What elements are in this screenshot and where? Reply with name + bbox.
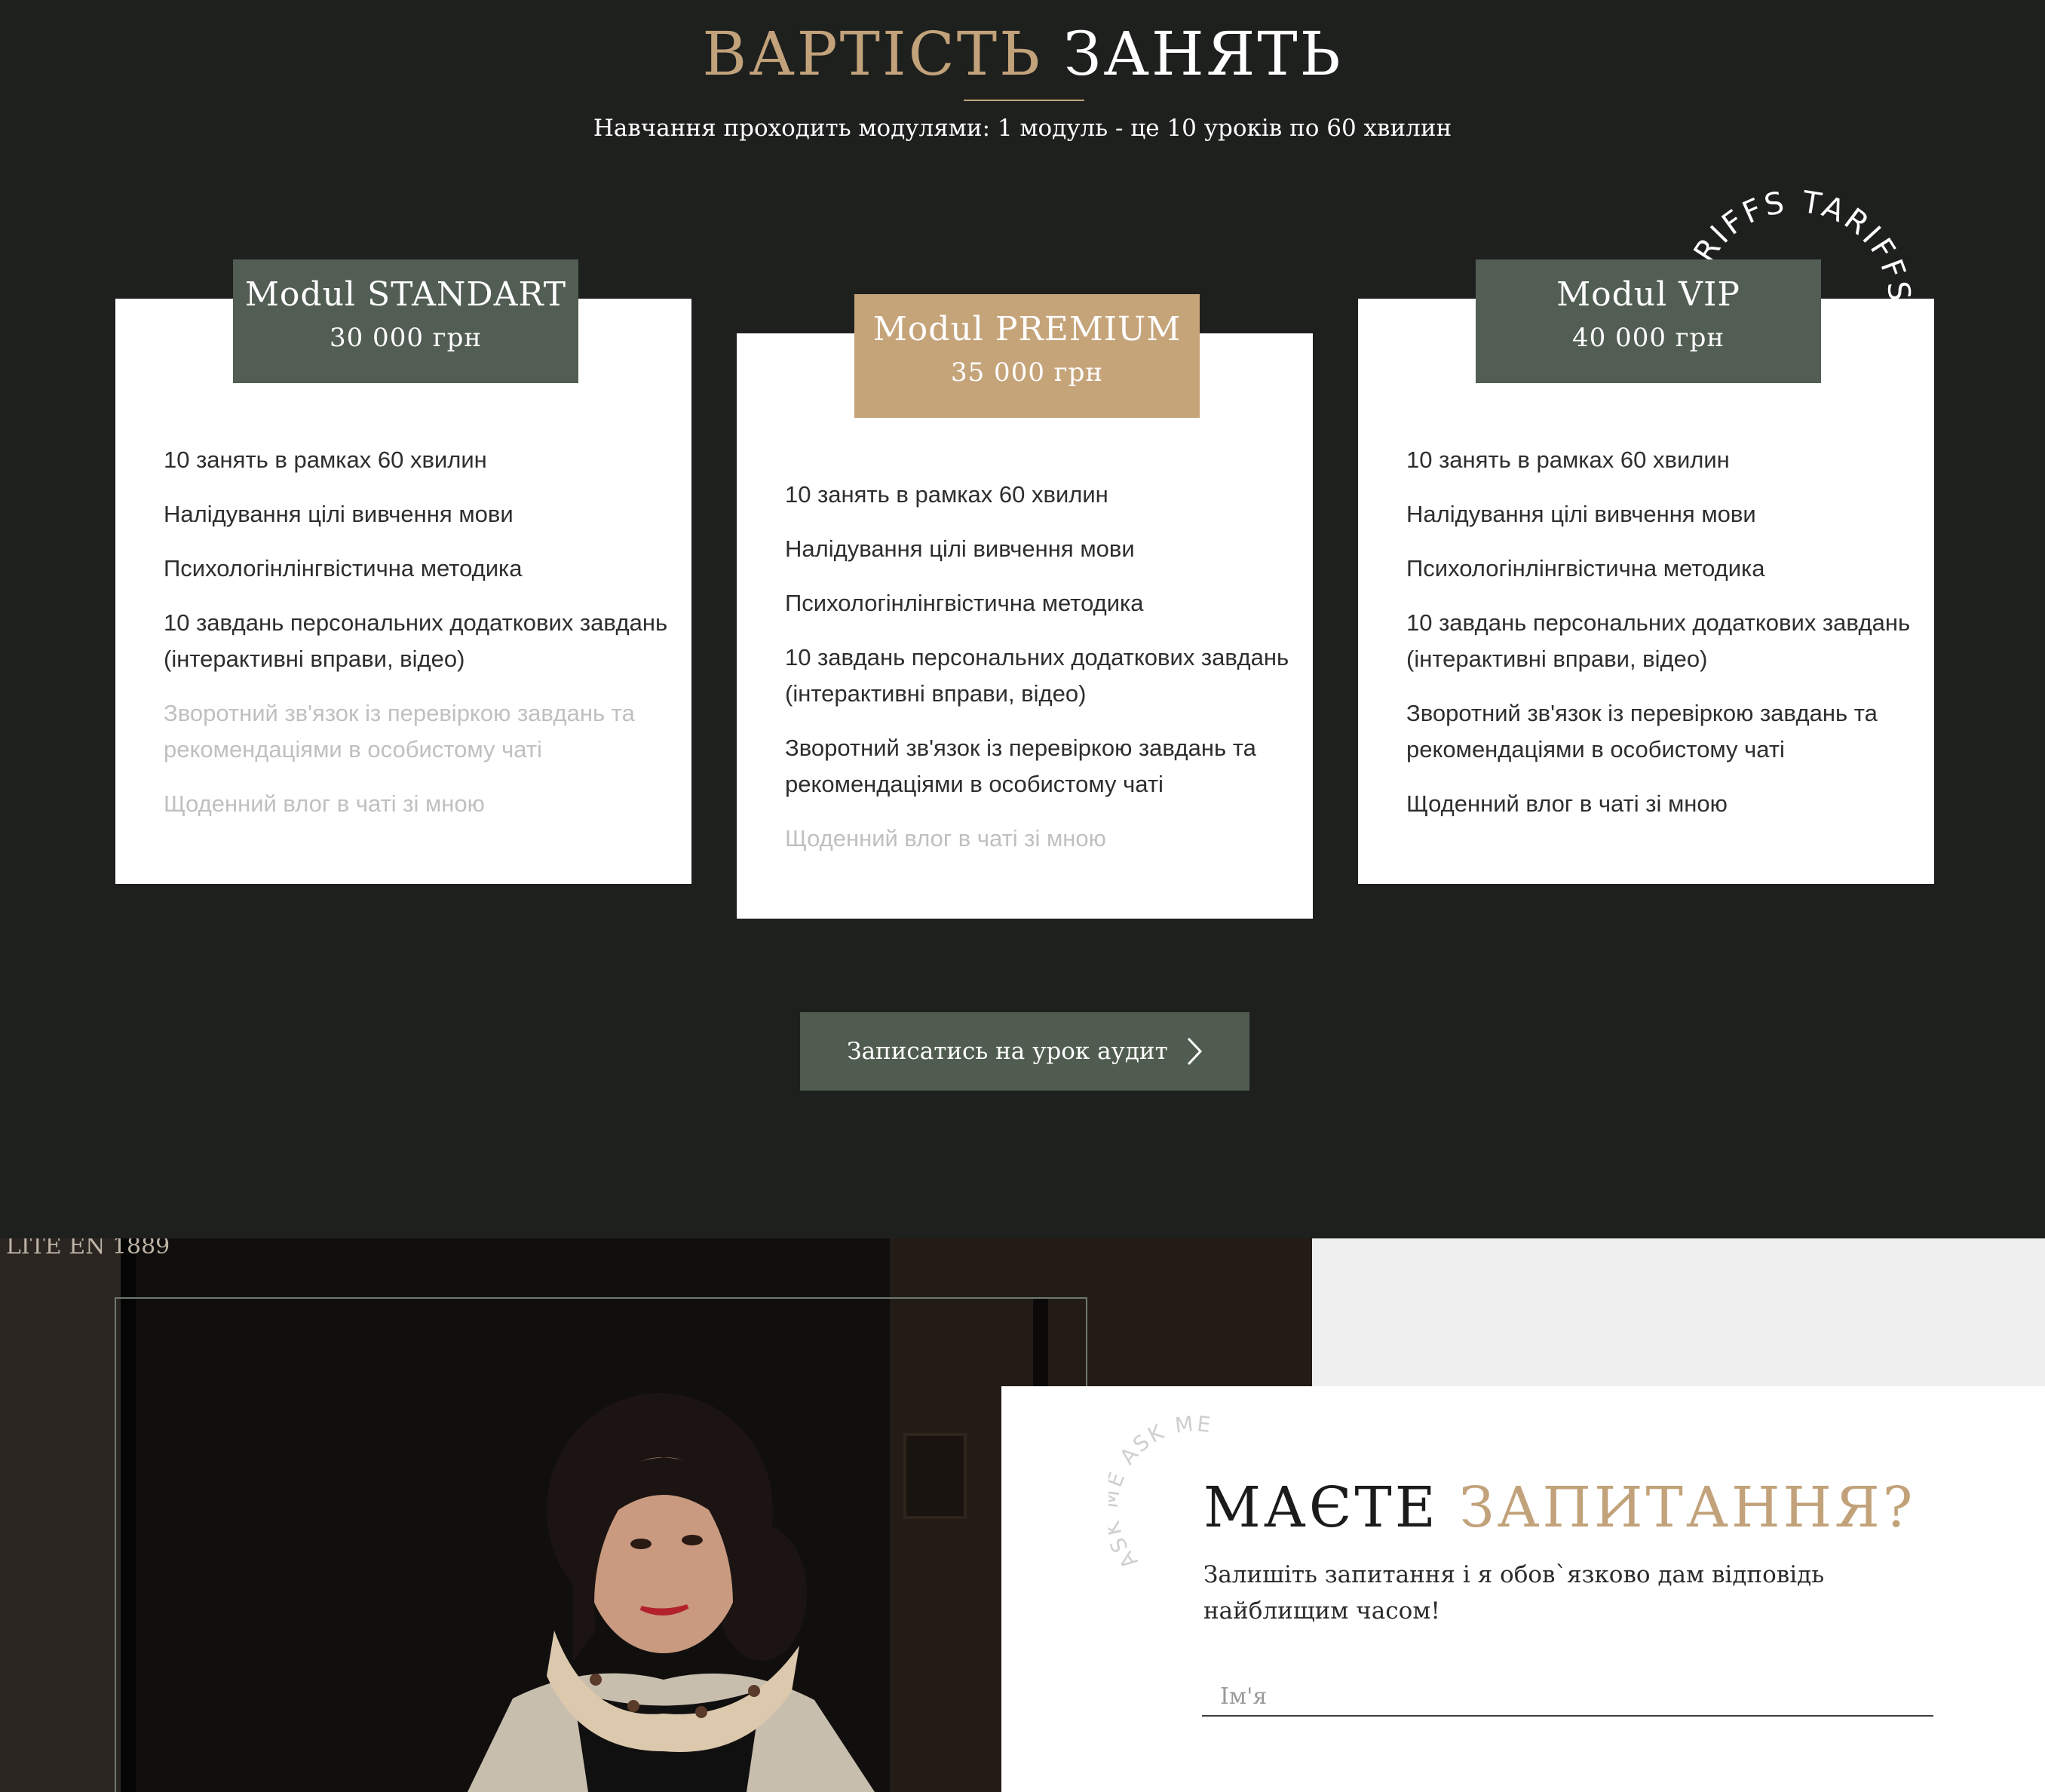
contact-section: LITE EN 1889 ASK ME ASK ME МАЄТЕ ЗАПИТАН…: [0, 1238, 2045, 1792]
chevron-right-icon: [1187, 1037, 1202, 1066]
feature-item: Психологінлінгвістична методика: [164, 555, 523, 581]
card-title: Modul PREMIUM: [872, 310, 1182, 348]
book-audit-lesson-button[interactable]: Записатись на урок аудит: [800, 1012, 1249, 1091]
feature-item: Зворотний зв'язок із перевіркою завдань …: [785, 735, 1256, 797]
card-header: Modul VIP 40 000 грн: [1476, 259, 1821, 383]
name-input[interactable]: [1202, 1677, 1933, 1717]
question-subtitle: Залишіть запитання і я обов`язково дам в…: [1203, 1561, 1825, 1625]
pricing-title-main: ЗАНЯТЬ: [1063, 19, 1343, 89]
feature-item: 10 завдань персональних додаткових завда…: [1406, 609, 1911, 672]
title-underline: [964, 100, 1084, 101]
card-title: Modul STANDART: [244, 275, 567, 314]
pricing-card-premium: Modul PREMIUM 35 000 грн 10 занять в рам…: [737, 294, 1313, 919]
card-header: Modul PREMIUM 35 000 грн: [854, 294, 1200, 418]
feature-item-disabled: Щоденний влог в чаті зі мною: [164, 790, 485, 817]
feature-item: Налідування цілі вивчення мови: [164, 501, 514, 527]
photo-frame: [115, 1297, 1087, 1792]
card-price: 30 000 грн: [329, 323, 482, 353]
question-title: МАЄТЕ ЗАПИТАННЯ?: [1203, 1475, 1915, 1540]
book-audit-lesson-label: Записатись на урок аудит: [847, 1038, 1168, 1065]
pricing-card-standart: Modul STANDART 30 000 грн 10 занять в ра…: [115, 259, 691, 884]
feature-item: 10 занять в рамках 60 хвилин: [785, 481, 1108, 508]
feature-item: Психологінлінгвістична методика: [1406, 555, 1765, 581]
pricing-title: ВАРТІСТЬ ЗАНЯТЬ: [0, 17, 2045, 92]
card-price: 35 000 грн: [950, 357, 1103, 388]
svg-text:ASK ME ASK ME: ASK ME ASK ME: [1108, 1411, 1214, 1573]
card-header: Modul STANDART 30 000 грн: [233, 259, 578, 383]
card-price: 40 000 грн: [1571, 323, 1725, 353]
feature-list: 10 занять в рамках 60 хвилин Налідування…: [164, 442, 676, 840]
feature-item: 10 занять в рамках 60 хвилин: [164, 446, 487, 473]
question-title-main: МАЄТЕ: [1203, 1475, 1439, 1540]
feature-item: Щоденний влог в чаті зі мною: [1406, 790, 1728, 817]
feature-item-disabled: Зворотний зв'язок із перевіркою завдань …: [164, 700, 635, 763]
feature-item-disabled: Щоденний влог в чаті зі мною: [785, 825, 1106, 852]
pricing-section: ВАРТІСТЬ ЗАНЯТЬ Навчання проходить модул…: [0, 0, 2045, 1238]
question-title-accent: ЗАПИТАННЯ?: [1459, 1475, 1916, 1540]
feature-item: Налідування цілі вивчення мови: [785, 535, 1135, 562]
ask-me-badge-text: ASK ME ASK ME: [1108, 1411, 1212, 1573]
feature-item: 10 завдань персональних додаткових завда…: [785, 644, 1289, 707]
pricing-card-vip: Modul VIP 40 000 грн 10 занять в рамках …: [1358, 259, 1934, 884]
question-form-card: ASK ME ASK ME МАЄТЕ ЗАПИТАННЯ? Залишіть …: [1001, 1386, 2045, 1792]
feature-item: Психологінлінгвістична методика: [785, 590, 1144, 616]
feature-item: 10 завдань персональних додаткових завда…: [164, 609, 668, 672]
feature-list: 10 занять в рамках 60 хвилин Налідування…: [785, 477, 1298, 875]
photo-sign-text: LITE EN 1889: [6, 1238, 170, 1260]
feature-item: Налідування цілі вивчення мови: [1406, 501, 1756, 527]
pricing-title-accent: ВАРТІСТЬ: [702, 19, 1043, 89]
feature-list: 10 занять в рамках 60 хвилин Налідування…: [1406, 442, 1919, 840]
feature-item: 10 занять в рамках 60 хвилин: [1406, 446, 1730, 473]
card-title: Modul VIP: [1556, 275, 1740, 314]
feature-item: Зворотний зв'язок із перевіркою завдань …: [1406, 700, 1878, 763]
